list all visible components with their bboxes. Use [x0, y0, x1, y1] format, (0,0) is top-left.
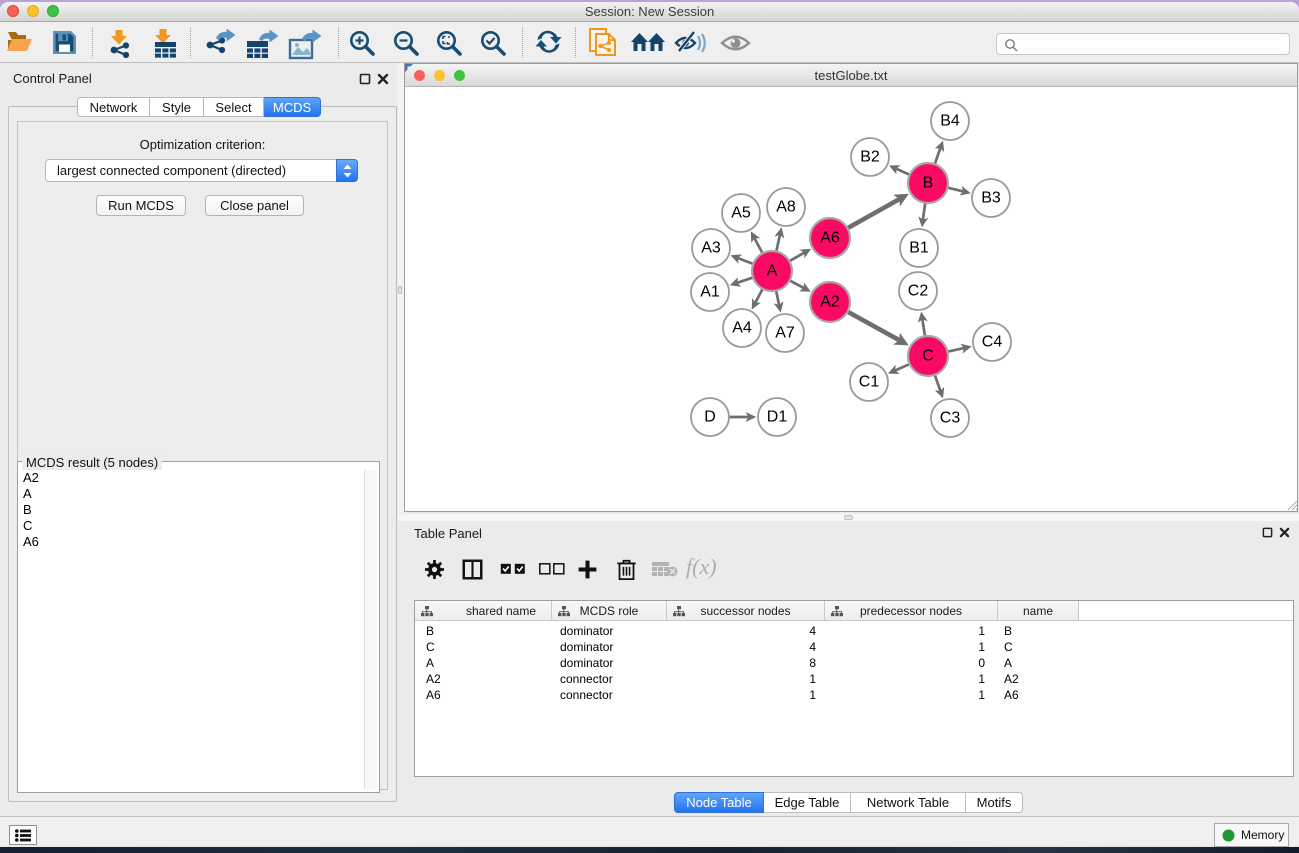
svg-text:C4: C4	[982, 334, 1003, 351]
svg-text:C: C	[922, 348, 934, 365]
svg-text:A4: A4	[732, 320, 752, 337]
svg-text:A: A	[767, 263, 778, 280]
svg-text:D: D	[704, 409, 716, 426]
svg-text:A1: A1	[700, 284, 720, 301]
svg-text:A6: A6	[820, 230, 840, 247]
svg-text:A2: A2	[820, 294, 840, 311]
svg-text:A7: A7	[775, 325, 795, 342]
svg-text:B4: B4	[940, 113, 960, 130]
svg-text:A5: A5	[731, 205, 751, 222]
svg-text:C1: C1	[859, 374, 880, 391]
svg-text:D1: D1	[767, 409, 788, 426]
svg-text:C2: C2	[908, 283, 929, 300]
svg-text:B2: B2	[860, 149, 880, 166]
svg-text:B1: B1	[909, 240, 929, 257]
svg-text:B3: B3	[981, 190, 1001, 207]
svg-text:A3: A3	[701, 240, 721, 257]
svg-text:B: B	[923, 175, 934, 192]
svg-text:A8: A8	[776, 199, 796, 216]
svg-text:C3: C3	[940, 410, 961, 427]
